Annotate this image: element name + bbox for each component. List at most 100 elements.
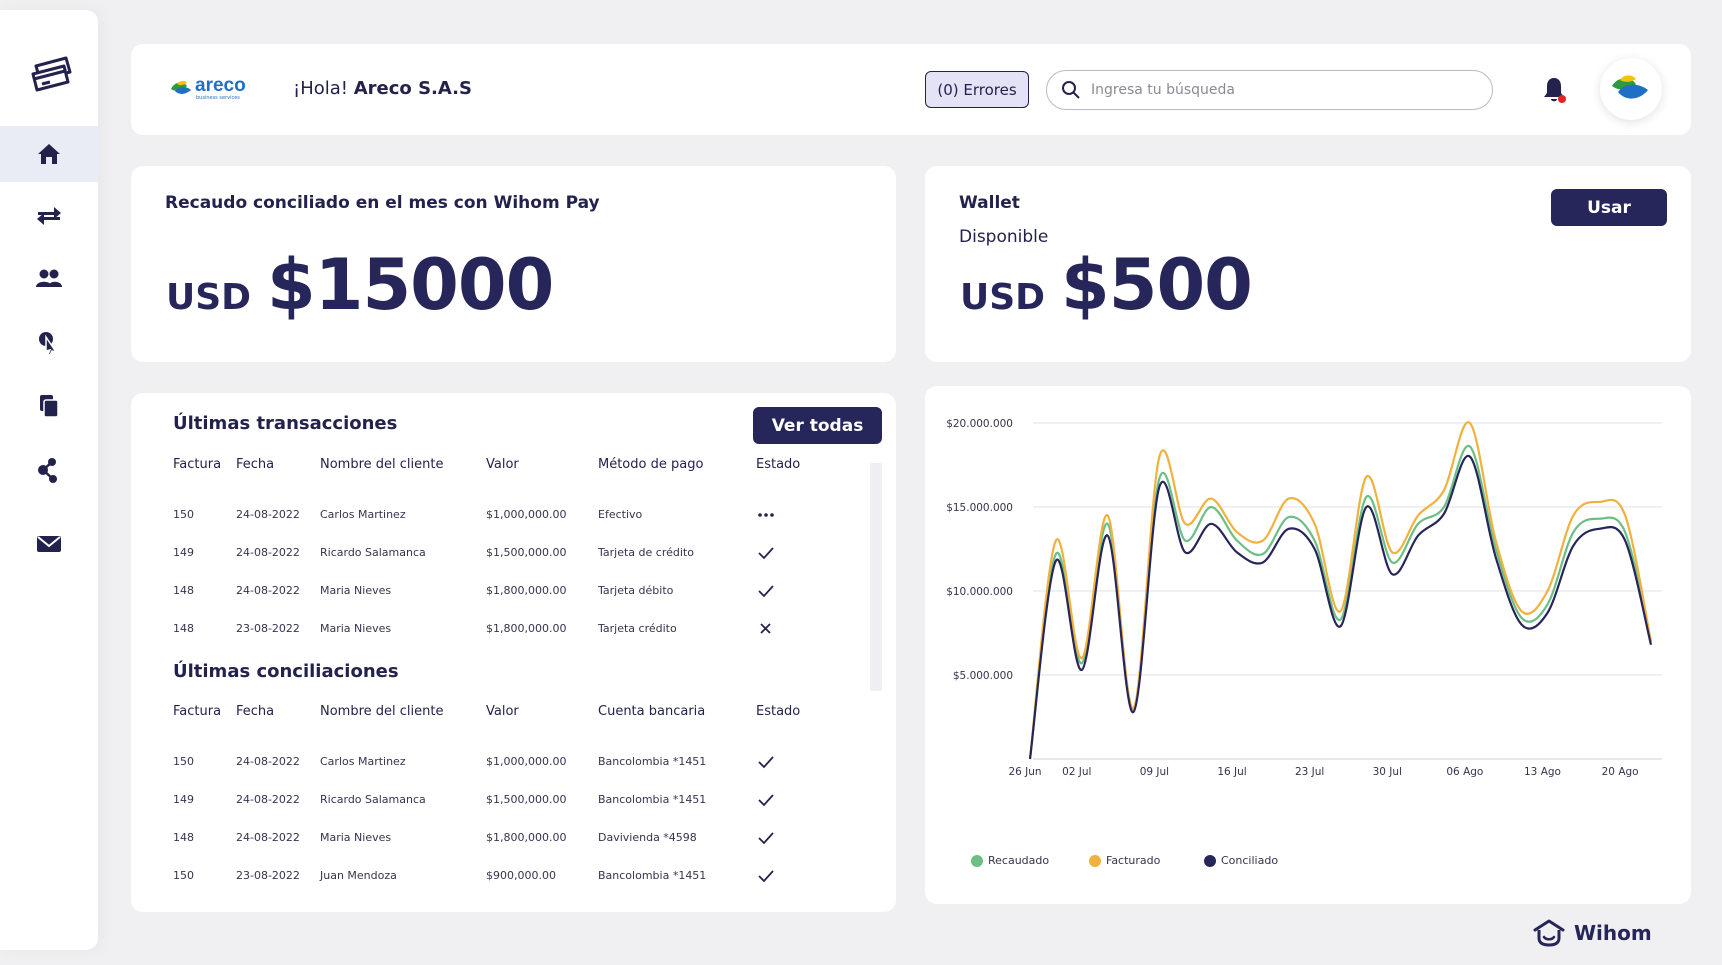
wallet-value: $500 bbox=[1061, 244, 1253, 326]
legend-item-recaudado[interactable]: Recaudado bbox=[971, 854, 1049, 867]
cell-fecha: 24-08-2022 bbox=[236, 755, 300, 768]
legend-label: Recaudado bbox=[988, 854, 1050, 867]
transactions-title: Últimas transacciones bbox=[173, 413, 398, 434]
x-tick-label: 02 Jul bbox=[1062, 766, 1091, 778]
nav-clients[interactable] bbox=[0, 250, 98, 306]
table-row[interactable]: 148 23-08-2022 Maria Nieves $1,800,000.0… bbox=[173, 622, 853, 642]
errors-button[interactable]: (0) Errores bbox=[925, 71, 1029, 108]
nav-integrations[interactable] bbox=[0, 442, 98, 498]
legend-dot bbox=[971, 854, 983, 867]
x-tick-label: 23 Jul bbox=[1295, 766, 1324, 778]
y-tick-label: $5.000.000 bbox=[953, 670, 1013, 682]
check-icon bbox=[758, 794, 774, 807]
recaudo-title: Recaudo conciliado en el mes con Wihom P… bbox=[165, 193, 600, 213]
cell-factura: 148 bbox=[173, 622, 194, 635]
search-icon bbox=[1062, 81, 1080, 99]
check-icon bbox=[758, 832, 774, 845]
use-wallet-button[interactable]: Usar bbox=[1551, 189, 1667, 226]
nav-documents[interactable] bbox=[0, 378, 98, 434]
legend-item-facturado[interactable]: Facturado bbox=[1089, 854, 1160, 867]
footer-brand: Wihom bbox=[1574, 921, 1652, 945]
check-icon bbox=[758, 870, 774, 883]
col-header: Fecha bbox=[236, 457, 275, 472]
view-all-button[interactable]: Ver todas bbox=[753, 407, 882, 444]
sidebar bbox=[0, 10, 98, 950]
nav-transfers[interactable] bbox=[0, 188, 98, 244]
col-header: Valor bbox=[486, 457, 519, 472]
series-line-conciliado bbox=[1028, 455, 1653, 760]
cell-metodo: Tarjeta de crédito bbox=[598, 546, 694, 559]
legend-dot bbox=[1204, 854, 1216, 867]
nav-messages[interactable] bbox=[0, 516, 98, 572]
top-header: areco business services ¡Hola! Areco S.A… bbox=[131, 44, 1691, 135]
table-row[interactable]: 149 24-08-2022 Ricardo Salamanca $1,500,… bbox=[173, 793, 853, 813]
search-bar[interactable] bbox=[1046, 70, 1493, 110]
table-row[interactable]: 149 24-08-2022 Ricardo Salamanca $1,500,… bbox=[173, 546, 853, 566]
table-row[interactable]: 148 24-08-2022 Maria Nieves $1,800,000.0… bbox=[173, 584, 853, 604]
col-header: Fecha bbox=[236, 704, 275, 719]
cell-fecha: 24-08-2022 bbox=[236, 584, 300, 597]
search-input[interactable] bbox=[1091, 82, 1471, 98]
recaudo-value: $15000 bbox=[267, 244, 554, 326]
col-header: Estado bbox=[756, 704, 801, 719]
table-row[interactable]: 150 24-08-2022 Carlos Martinez $1,000,00… bbox=[173, 508, 853, 528]
cell-factura: 150 bbox=[173, 508, 194, 521]
nav-payments[interactable] bbox=[0, 314, 98, 370]
transactions-scrollbar[interactable] bbox=[870, 463, 882, 691]
wallet-card: Wallet Disponible Usar USD $500 bbox=[925, 166, 1691, 362]
cell-fecha: 23-08-2022 bbox=[236, 622, 300, 635]
cell-valor: $1,500,000.00 bbox=[486, 546, 567, 559]
cell-factura: 150 bbox=[173, 755, 194, 768]
bell-icon[interactable] bbox=[1541, 76, 1567, 104]
x-tick-label: 30 Jul bbox=[1373, 766, 1402, 778]
nav-home[interactable] bbox=[0, 126, 98, 182]
x-tick-label: 20 Ago bbox=[1602, 766, 1639, 778]
recaudo-card: Recaudo conciliado en el mes con Wihom P… bbox=[131, 166, 896, 362]
cursor-click-icon bbox=[39, 332, 58, 357]
wihom-logo: Wihom bbox=[1532, 918, 1652, 948]
brand-name: areco bbox=[195, 75, 246, 96]
legend-label: Conciliado bbox=[1221, 854, 1279, 867]
cell-cuenta: Bancolombia *1451 bbox=[598, 793, 707, 806]
col-header: Factura bbox=[173, 704, 222, 719]
home-icon bbox=[38, 144, 60, 164]
x-tick-label: 13 Ago bbox=[1524, 766, 1561, 778]
col-header: Cuenta bancaria bbox=[598, 704, 706, 719]
legend-item-conciliado[interactable]: Conciliado bbox=[1204, 854, 1278, 867]
greeting: ¡Hola! Areco S.A.S bbox=[293, 78, 472, 99]
share-icon bbox=[38, 458, 57, 483]
avatar[interactable] bbox=[1600, 58, 1662, 120]
check-icon bbox=[758, 585, 774, 598]
y-tick-label: $15.000.000 bbox=[946, 502, 1013, 514]
company-avatar-icon bbox=[1612, 75, 1648, 99]
cell-factura: 148 bbox=[173, 831, 194, 844]
more-dots-icon[interactable] bbox=[757, 506, 775, 524]
transactions-card: Últimas transacciones Ver todas Factura … bbox=[131, 393, 896, 912]
cell-cliente: Juan Mendoza bbox=[320, 869, 397, 882]
cell-cliente: Maria Nieves bbox=[320, 831, 392, 844]
table-row[interactable]: 150 24-08-2022 Carlos Martinez $1,000,00… bbox=[173, 755, 853, 775]
x-tick-label: 09 Jul bbox=[1140, 766, 1169, 778]
cell-valor: $1,500,000.00 bbox=[486, 793, 567, 806]
col-header: Estado bbox=[756, 457, 801, 472]
cell-fecha: 23-08-2022 bbox=[236, 869, 300, 882]
cell-fecha: 24-08-2022 bbox=[236, 793, 300, 806]
cell-fecha: 24-08-2022 bbox=[236, 546, 300, 559]
cell-factura: 149 bbox=[173, 793, 194, 806]
x-tick-label: 26 Jun bbox=[1008, 766, 1041, 778]
reconciliations-header: Factura Fecha Nombre del cliente Valor C… bbox=[173, 704, 853, 724]
table-row[interactable]: 150 23-08-2022 Juan Mendoza $900,000.00 … bbox=[173, 869, 853, 889]
legend-dot bbox=[1089, 854, 1101, 867]
check-icon bbox=[758, 547, 774, 560]
legend-label: Facturado bbox=[1106, 854, 1161, 867]
table-row[interactable]: 148 24-08-2022 Maria Nieves $1,800,000.0… bbox=[173, 831, 853, 851]
cell-cliente: Carlos Martinez bbox=[320, 508, 406, 521]
line-chart: $5.000.000 $10.000.000 $15.000.000 $20.000.… bbox=[946, 418, 1662, 778]
cell-valor: $900,000.00 bbox=[486, 869, 556, 882]
series-line-recaudado bbox=[1028, 445, 1653, 760]
recaudo-amount: USD $15000 bbox=[166, 244, 554, 326]
cell-valor: $1,800,000.00 bbox=[486, 831, 567, 844]
col-header: Nombre del cliente bbox=[320, 457, 444, 472]
col-header: Nombre del cliente bbox=[320, 704, 444, 719]
cell-cuenta: Bancolombia *1451 bbox=[598, 869, 707, 882]
